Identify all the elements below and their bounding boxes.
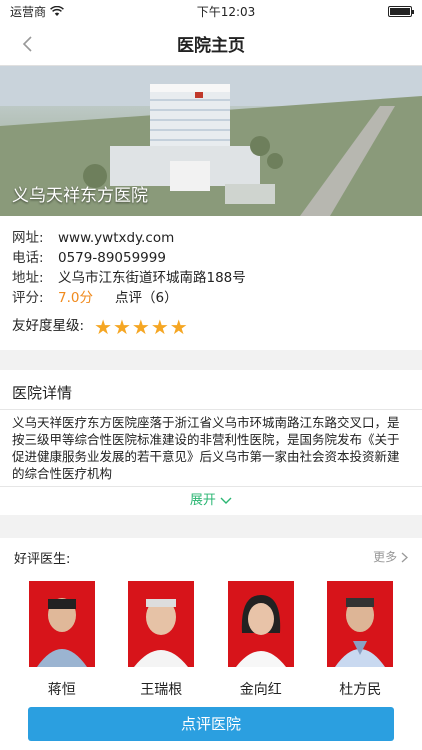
website-value[interactable]: www.ywtxdy.com: [58, 228, 174, 248]
status-left: 运营商: [10, 3, 64, 20]
review-hospital-button[interactable]: 点评医院: [28, 707, 394, 741]
doctor-card[interactable]: 杜方民: [325, 581, 395, 699]
carrier-label: 运营商: [10, 4, 47, 19]
status-time: 下午12:03: [196, 4, 256, 19]
hospital-info: 网址: www.ywtxdy.com 电话: 0579-89059999 地址:…: [0, 216, 422, 350]
address-label: 地址:: [12, 270, 44, 286]
phone-value[interactable]: 0579-89059999: [58, 248, 166, 268]
score-value: 7.0分: [58, 290, 93, 306]
more-link[interactable]: 更多: [373, 548, 408, 567]
doctor-photo: [327, 581, 394, 667]
navigation-bar: 医院主页: [0, 22, 422, 66]
reviews-link[interactable]: 点评（6）: [115, 288, 178, 308]
wifi-icon: [50, 5, 64, 16]
battery-icon: [387, 5, 414, 17]
doctor-photo: [227, 581, 294, 667]
status-bar: 运营商 下午12:03: [0, 0, 422, 22]
detail-title: 医院详情: [0, 370, 422, 410]
detail-description: 义乌天祥医疗东方医院座落于浙江省义乌市环城南路江东路交叉口，是按三级甲等综合性医…: [12, 415, 400, 481]
hospital-banner: 义乌天祥东方医院: [0, 66, 422, 216]
doctor-name: 蒋恒: [47, 682, 76, 698]
hospital-name: 义乌天祥东方医院: [12, 186, 148, 206]
chevron-right-icon: [401, 552, 408, 563]
doctor-photo: [28, 581, 95, 667]
doctor-card[interactable]: 王瑞根: [126, 581, 196, 699]
phone-label: 电话:: [12, 250, 44, 266]
doctors-header: 好评医生: 更多: [0, 538, 422, 567]
phone-row[interactable]: 电话: 0579-89059999: [12, 248, 410, 268]
doctor-name: 杜方民: [339, 682, 382, 698]
page-title: 医院主页: [177, 36, 245, 56]
chevron-down-icon: [220, 497, 232, 504]
doctor-name: 王瑞根: [140, 682, 183, 698]
expand-label: 展开: [189, 493, 216, 508]
doctors-title: 好评医生:: [14, 552, 71, 567]
address-value[interactable]: 义乌市江东街道环城南路188号: [58, 268, 246, 288]
doctor-name: 金向红: [239, 682, 282, 698]
back-chevron-icon[interactable]: [16, 32, 40, 56]
address-row[interactable]: 地址: 义乌市江东街道环城南路188号: [12, 268, 410, 288]
doctor-card[interactable]: 金向红: [226, 581, 296, 699]
more-label: 更多: [373, 550, 398, 564]
friendliness-row: 友好度星级: ★★★★★: [12, 316, 410, 338]
score-row: 评分: 7.0分 点评（6）: [12, 288, 410, 308]
score-label: 评分:: [12, 290, 44, 306]
hospital-detail: 医院详情 义乌天祥医疗东方医院座落于浙江省义乌市环城南路江东路交叉口，是按三级甲…: [0, 370, 422, 515]
star-rating: ★★★★★: [94, 315, 189, 339]
website-label: 网址:: [12, 230, 44, 246]
doctor-list: 蒋恒 王瑞根 金向红 杜方民: [0, 567, 422, 699]
website-row[interactable]: 网址: www.ywtxdy.com: [12, 228, 410, 248]
doctor-card[interactable]: 蒋恒: [27, 581, 97, 699]
expand-button[interactable]: 展开: [0, 486, 422, 514]
doctor-photo: [128, 581, 195, 667]
friendliness-label: 友好度星级:: [12, 318, 85, 334]
